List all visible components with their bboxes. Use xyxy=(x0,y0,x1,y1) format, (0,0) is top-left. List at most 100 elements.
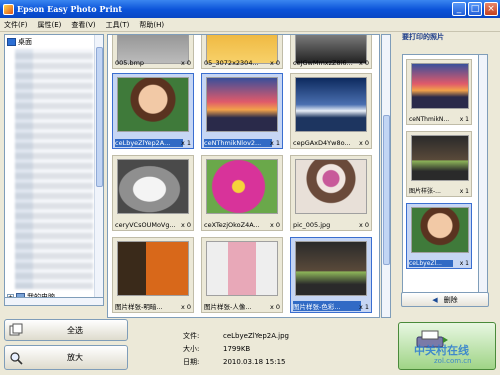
maximize-button[interactable]: □ xyxy=(468,2,482,16)
tile-caption: 005.bmp xyxy=(115,59,145,67)
thumbnail-tile[interactable]: pic_005.jpg x 0 xyxy=(290,155,372,231)
menu-view[interactable]: 查看(V) xyxy=(71,20,95,30)
print-item-count: x 1 xyxy=(459,188,469,195)
size-label: 大小: xyxy=(183,345,200,353)
zoom-button[interactable]: 放大 xyxy=(4,345,128,370)
photo-thumbnail xyxy=(206,159,278,214)
tile-caption: ceNThmikNlov2... xyxy=(204,139,272,147)
date-value: 2010.03.18 15:15 xyxy=(223,358,286,366)
thumbnail-tile[interactable]: 05_3072x2304... x 0 xyxy=(201,35,283,69)
menu-help[interactable]: 帮助(H) xyxy=(139,20,164,30)
select-all-icon xyxy=(9,323,23,336)
desktop-icon xyxy=(7,38,16,46)
select-all-label: 全选 xyxy=(67,325,83,335)
photo-thumbnail xyxy=(206,241,278,296)
tree-horizontal-scrollbar[interactable] xyxy=(4,297,104,306)
minimize-button[interactable]: _ xyxy=(452,2,466,16)
tile-caption: 图片样张-人像... xyxy=(204,303,252,311)
zoom-label: 放大 xyxy=(67,353,83,362)
close-button[interactable]: × xyxy=(484,2,498,16)
watermark-sub: zol.com.cn xyxy=(434,357,472,365)
app-icon xyxy=(3,3,14,15)
tile-count: x 0 xyxy=(358,139,369,147)
print-item-count: x 1 xyxy=(459,260,469,267)
print-item-caption: 图片样张-... xyxy=(409,188,441,195)
tile-caption: 05_3072x2304... xyxy=(204,59,259,67)
photo-thumbnail xyxy=(411,63,469,109)
tile-count: x 0 xyxy=(180,59,191,67)
menu-tools[interactable]: 工具(T) xyxy=(106,20,130,30)
tree-item-desktop[interactable]: 桌面 xyxy=(7,37,32,47)
scroll-thumb[interactable] xyxy=(383,115,390,265)
tile-count: x 0 xyxy=(358,221,369,229)
file-value: ceLbyeZlYep2A.jpg xyxy=(223,332,289,340)
delete-label: 删除 xyxy=(443,295,458,304)
tile-count: x 0 xyxy=(269,221,280,229)
photo-thumbnail xyxy=(411,207,469,253)
magnifier-icon xyxy=(10,351,23,365)
photo-thumbnail xyxy=(206,77,278,132)
thumbnail-tile[interactable]: ceXTezjOkoZ4A... x 0 xyxy=(201,155,283,231)
thumbnail-tile[interactable]: ceLbyeZlYep2A... x 1 xyxy=(112,73,194,149)
photo-thumbnail xyxy=(295,77,367,132)
tile-count: x 0 xyxy=(358,59,369,67)
tree-item-label: 桌面 xyxy=(18,38,32,46)
arrow-left-icon: ◀ xyxy=(432,295,438,304)
print-list[interactable]: ceNThmikN... x 1 图片样张-... x 1 ceLbyeZl..… xyxy=(402,54,486,302)
tile-caption: cepGAxD4Yw8o... xyxy=(293,139,351,147)
photo-thumbnail xyxy=(117,159,189,214)
tile-count: x 1 xyxy=(358,303,369,311)
tile-count: x 0 xyxy=(180,303,191,311)
folder-tree[interactable]: 桌面 + 我的电脑 xyxy=(4,34,104,306)
thumbnail-tile[interactable]: ceryVCsOUMoVg... x 0 xyxy=(112,155,194,231)
menu-file[interactable]: 文件(F) xyxy=(4,20,28,30)
tile-caption: ceJGwMmxzZ8i6... xyxy=(293,59,353,67)
print-item-count: x 1 xyxy=(459,116,469,123)
date-label: 日期: xyxy=(183,358,200,366)
title-bar: Epson Easy Photo Print _ □ × xyxy=(0,0,500,18)
photo-thumbnail xyxy=(411,135,469,181)
print-item[interactable]: 图片样张-... x 1 xyxy=(406,131,472,197)
thumbnail-tile[interactable]: 图片样张-色彩... x 1 xyxy=(290,237,372,313)
tile-count: x 0 xyxy=(180,221,191,229)
thumbnail-tile[interactable]: 图片样张-明暗... x 0 xyxy=(112,237,194,313)
delete-button[interactable]: ◀ 删除 xyxy=(401,292,489,307)
select-all-button[interactable]: 全选 xyxy=(4,319,128,341)
tile-caption: 图片样张-明暗... xyxy=(115,303,163,311)
tile-caption: ceLbyeZlYep2A... xyxy=(115,139,183,147)
print-item-caption: ceLbyeZl... xyxy=(409,260,453,267)
window-title: Epson Easy Photo Print xyxy=(17,4,123,14)
watermark-text: 中关村在线 xyxy=(414,344,469,357)
tile-caption: ceXTezjOkoZ4A... xyxy=(204,221,260,229)
tile-count: x 0 xyxy=(269,59,280,67)
tree-scrollbar[interactable] xyxy=(94,35,103,305)
file-info: 文件: ceLbyeZlYep2A.jpg 大小: 1799KB 日期: 2010.0… xyxy=(183,330,289,369)
tile-count: x 0 xyxy=(269,303,280,311)
tile-caption: ceryVCsOUMoVg... xyxy=(115,221,176,229)
print-item[interactable]: ceLbyeZl... x 1 xyxy=(406,203,472,269)
thumbnail-tile[interactable]: 005.bmp x 0 xyxy=(112,35,194,69)
tile-count: x 1 xyxy=(180,139,191,147)
tile-caption: pic_005.jpg xyxy=(293,221,331,229)
thumbnail-tile[interactable]: ceNThmikNlov2... x 1 xyxy=(201,73,283,149)
tile-caption: 图片样张-色彩... xyxy=(293,301,361,311)
photo-thumbnail xyxy=(117,241,189,296)
thumbnail-grid[interactable]: 005.bmp x 0 05_3072x2304... x 0 ceJGwMmx… xyxy=(107,34,380,318)
grid-scrollbar[interactable] xyxy=(381,34,391,318)
size-value: 1799KB xyxy=(223,345,251,353)
blurred-folder-list xyxy=(15,49,93,289)
photo-thumbnail xyxy=(117,77,189,132)
photo-thumbnail xyxy=(295,159,367,214)
photo-thumbnail xyxy=(295,241,367,296)
thumbnail-tile[interactable]: ceJGwMmxzZ8i6... x 0 xyxy=(290,35,372,69)
menu-properties[interactable]: 属性(E) xyxy=(38,20,62,30)
print-item-caption: ceNThmikN... xyxy=(409,116,450,123)
scroll-thumb[interactable] xyxy=(96,47,103,187)
thumbnail-tile[interactable]: cepGAxD4Yw8o... x 0 xyxy=(290,73,372,149)
thumbnail-tile[interactable]: 图片样张-人像... x 0 xyxy=(201,237,283,313)
file-label: 文件: xyxy=(183,332,200,340)
print-list-scrollbar[interactable] xyxy=(478,54,488,294)
tile-count: x 1 xyxy=(269,139,280,147)
print-item[interactable]: ceNThmikN... x 1 xyxy=(406,59,472,125)
print-list-header: 要打印的照片 xyxy=(402,33,444,41)
